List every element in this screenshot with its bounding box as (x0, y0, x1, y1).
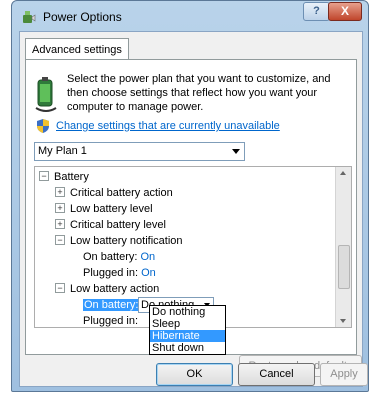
intro-description: Select the power plan that you want to c… (67, 73, 331, 113)
scroll-up-icon[interactable] (340, 171, 346, 175)
setting-action-on-battery[interactable]: On battery: (83, 297, 140, 313)
tree-item-label: Low battery notification (70, 235, 183, 247)
expand-icon[interactable]: + (55, 219, 65, 230)
setting-value-link[interactable]: On (141, 267, 156, 279)
setting-label: Plugged in: (83, 315, 139, 327)
tree-item-label: Low battery level (70, 203, 153, 215)
expand-icon[interactable]: + (55, 203, 65, 214)
tree-item-critical-battery-action[interactable]: + Critical battery action (55, 185, 173, 201)
power-options-icon (23, 11, 36, 23)
tree-item-label: Critical battery action (70, 187, 173, 199)
apply-button[interactable]: Apply (320, 363, 368, 386)
dropdown-option-sleep[interactable]: Sleep (150, 318, 225, 330)
collapse-icon[interactable]: − (39, 171, 49, 182)
setting-notification-plugged-in[interactable]: Plugged in: On (83, 265, 156, 281)
tab-advanced-settings[interactable]: Advanced settings (25, 38, 129, 61)
collapse-icon[interactable]: − (55, 235, 65, 246)
scroll-down-icon[interactable] (340, 319, 346, 323)
window-title: Power Options (43, 10, 122, 24)
collapse-icon[interactable]: − (55, 283, 65, 294)
tree-item-label: Low battery action (70, 283, 160, 295)
tree-item-label: Critical battery level (70, 219, 166, 231)
dropdown-option-hibernate[interactable]: Hibernate (150, 330, 225, 342)
setting-action-plugged-in[interactable]: Plugged in: (83, 313, 139, 327)
action-dropdown-list[interactable]: Do nothing Sleep Hibernate Shut down (149, 305, 226, 355)
ok-button[interactable]: OK (156, 363, 233, 386)
dropdown-option-shut-down[interactable]: Shut down (150, 342, 225, 354)
setting-value-link[interactable]: On (140, 251, 155, 263)
cancel-button[interactable]: Cancel (238, 363, 315, 386)
tree-item-battery[interactable]: − Battery (39, 169, 89, 185)
battery-plug-icon (35, 77, 57, 112)
tree-item-low-battery-notification[interactable]: − Low battery notification (55, 233, 183, 249)
tree-item-critical-battery-level[interactable]: + Critical battery level (55, 217, 166, 233)
tree-item-low-battery-action[interactable]: − Low battery action (55, 281, 159, 297)
plan-dropdown[interactable]: My Plan 1 (34, 142, 245, 161)
setting-notification-on-battery[interactable]: On battery: On (83, 249, 155, 265)
expand-icon[interactable]: + (55, 187, 65, 198)
dropdown-option-do-nothing[interactable]: Do nothing (150, 306, 225, 318)
uac-shield-icon (37, 119, 49, 133)
tree-item-low-battery-level[interactable]: + Low battery level (55, 201, 153, 217)
setting-label: On battery: (83, 251, 138, 263)
setting-label: Plugged in: (83, 267, 139, 279)
tree-item-label: Battery (54, 171, 89, 183)
setting-label-selected: On battery: (83, 299, 140, 311)
help-button[interactable]: ? (303, 2, 330, 21)
change-settings-link[interactable]: Change settings that are currently unava… (56, 120, 280, 132)
tree-scrollbar[interactable] (335, 167, 351, 327)
close-button[interactable]: X (328, 2, 362, 21)
plan-dropdown-value: My Plan 1 (38, 145, 87, 157)
scroll-thumb[interactable] (338, 245, 350, 289)
title-bar[interactable]: Power Options ? X (12, 1, 368, 31)
chevron-down-icon (232, 149, 240, 154)
settings-tree[interactable]: − Battery + Critical battery action + Low b… (34, 166, 352, 328)
